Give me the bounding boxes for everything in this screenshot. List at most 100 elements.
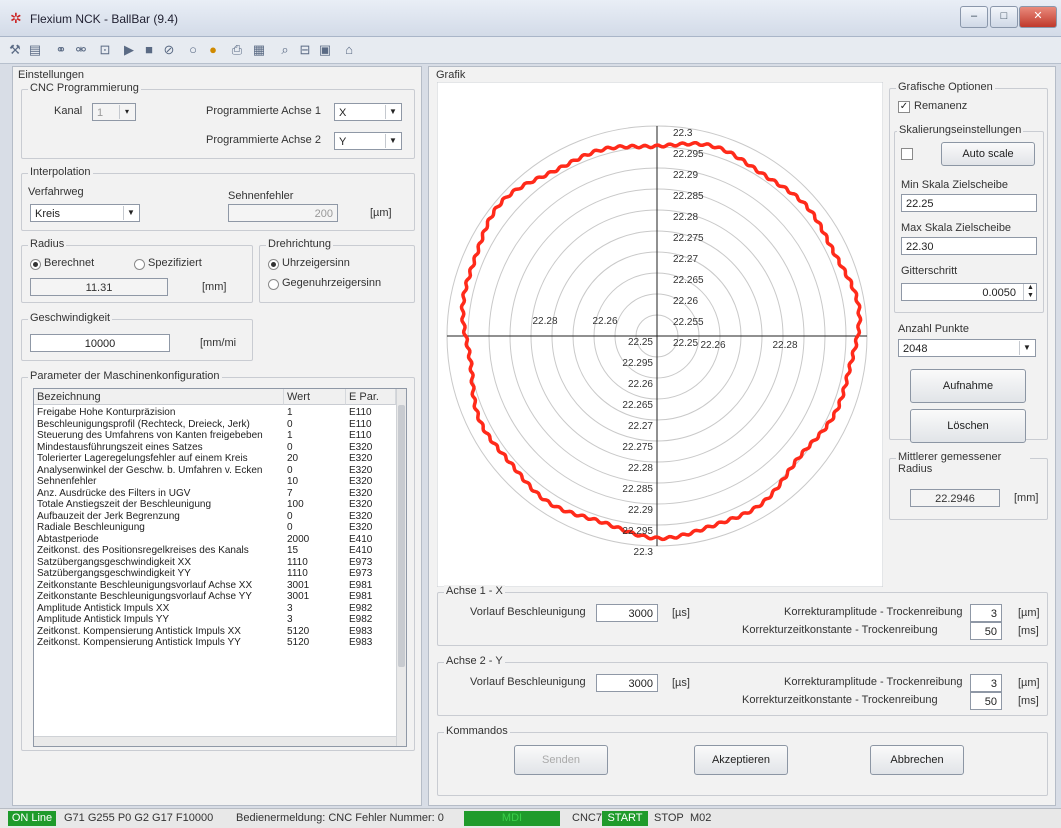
scale-label-up: 22.255: [673, 317, 704, 328]
cell-epar: E982: [349, 614, 373, 625]
gitterschritt-input[interactable]: 0.0050: [901, 283, 1037, 301]
radius-group: Radius Berechnet Spezifiziert 11.31 [mm]: [21, 238, 253, 303]
geschwindigkeit-input[interactable]: 10000: [30, 334, 170, 352]
cell-epar: E320: [349, 464, 373, 476]
cell-wert: 20: [287, 453, 299, 464]
scale-label-down: 22.295: [622, 526, 653, 537]
table-row[interactable]: Satzübergangsgeschwindigkeit YY 1110 E973: [34, 568, 396, 580]
params-table[interactable]: Bezeichnung Wert E Par. Freigabe Hohe Ko…: [33, 388, 407, 747]
scale-label-up: 22.25: [673, 338, 698, 349]
aufnahme-button[interactable]: Aufnahme: [910, 369, 1026, 403]
remanenz-label: Remanenz: [914, 100, 968, 112]
table-hscrollbar[interactable]: [34, 736, 396, 746]
table-row[interactable]: Zeitkonst. Kompensierung Antistick Impul…: [34, 626, 396, 638]
close-button[interactable]: ✕: [1019, 6, 1057, 28]
table-row[interactable]: Abtastperiode 2000 E410: [34, 534, 396, 546]
verfahrweg-select[interactable]: Kreis ▼: [30, 204, 140, 222]
max-skala-input[interactable]: 22.30: [901, 237, 1037, 255]
abbrechen-button[interactable]: Abbrechen: [870, 745, 964, 775]
table-row[interactable]: Zeitkonstante Beschleunigungsvorlauf Ach…: [34, 591, 396, 603]
table-row[interactable]: Sehnenfehler 10 E320: [34, 476, 396, 488]
cell-epar: E983: [349, 625, 373, 637]
max-skala-label: Max Skala Zielscheibe: [901, 222, 1012, 234]
radius-result-unit: [mm]: [1014, 492, 1039, 504]
table-row[interactable]: Analysenwinkel der Geschw. b. Umfahren v…: [34, 465, 396, 477]
col-header-wert[interactable]: Wert: [284, 389, 346, 405]
record-icon[interactable]: ○: [184, 41, 202, 59]
achse2-select[interactable]: Y ▼: [334, 132, 402, 150]
table-vscrollbar[interactable]: [396, 389, 406, 746]
senden-button[interactable]: Senden: [514, 745, 608, 775]
skalierung-title: Skalierungseinstellungen: [897, 124, 1024, 136]
gegenuhrzeigersinn-radio[interactable]: [268, 279, 279, 290]
kanal-select[interactable]: 1 ▾: [92, 103, 136, 121]
table-row[interactable]: Zeitkonstante Beschleunigungsvorlauf Ach…: [34, 580, 396, 592]
achse1-vorlauf-input[interactable]: 3000: [596, 604, 658, 622]
grafik-title: Grafik: [436, 69, 466, 81]
table-row[interactable]: Tolerierter Lageregelungsfehler auf eine…: [34, 453, 396, 465]
table-row[interactable]: Amplitude Antistick Impuls XX 3 E982: [34, 603, 396, 615]
table-row[interactable]: Totale Anstiegszeit der Beschleunigung 10…: [34, 499, 396, 511]
achse1-zeit-input[interactable]: 50: [970, 622, 1002, 640]
col-header-bezeichnung[interactable]: Bezeichnung: [34, 389, 284, 405]
minimize-button[interactable]: –: [960, 6, 988, 28]
search-icon[interactable]: ⌕: [276, 41, 294, 59]
table-row[interactable]: Radiale Beschleunigung 0 E320: [34, 522, 396, 534]
achse2-zeit-input[interactable]: 50: [970, 692, 1002, 710]
geschwindigkeit-title: Geschwindigkeit: [28, 312, 113, 324]
chart-icon[interactable]: ▤: [26, 41, 44, 59]
reset-icon[interactable]: ⊡: [96, 41, 114, 59]
link-icon[interactable]: ⚭: [52, 41, 70, 59]
akzeptieren-button[interactable]: Akzeptieren: [694, 745, 788, 775]
achse2-vorlauf-input[interactable]: 3000: [596, 674, 658, 692]
anzahl-punkte-select[interactable]: 2048 ▼: [898, 339, 1036, 357]
table-row[interactable]: Mindestausführungszeit eines Satzes 0 E320: [34, 442, 396, 454]
open-folder-icon[interactable]: ⊟: [296, 41, 314, 59]
achse1-amp-input[interactable]: 3: [970, 604, 1002, 622]
min-skala-input[interactable]: 22.25: [901, 194, 1037, 212]
radius-berechnet-radio[interactable]: [30, 259, 41, 270]
table-row[interactable]: Anz. Ausdrücke des Filters in UGV 7 E320: [34, 488, 396, 500]
play-icon[interactable]: ▶: [120, 41, 138, 59]
maximize-button[interactable]: □: [990, 6, 1018, 28]
cell-bezeichnung: Totale Anstiegszeit der Beschleunigung: [37, 499, 212, 510]
achse2-amp-input[interactable]: 3: [970, 674, 1002, 692]
unlink-icon[interactable]: ⚮: [72, 41, 90, 59]
spinner-icon[interactable]: ▲ ▼: [1023, 284, 1037, 300]
cell-bezeichnung: Amplitude Antistick Impuls YY: [37, 614, 170, 625]
table-row[interactable]: Zeitkonst. Kompensierung Antistick Impul…: [34, 637, 396, 649]
cell-wert: 100: [287, 499, 304, 510]
table-row[interactable]: Freigabe Hohe Konturpräzision 1 E110: [34, 407, 396, 419]
status-bar: ON Line G71 G255 P0 G2 G17 F10000 Bedien…: [0, 808, 1061, 828]
table-row[interactable]: Beschleunigungsprofil (Rechteck, Dreieck…: [34, 419, 396, 431]
loeschen-button[interactable]: Löschen: [910, 409, 1026, 443]
table-row[interactable]: Zeitkonst. des Positionsregelkreises des…: [34, 545, 396, 557]
target-icon[interactable]: ●: [204, 41, 222, 59]
autoscale-checkbox[interactable]: [901, 148, 913, 160]
table-row[interactable]: Satzübergangsgeschwindigkeit XX 1110 E973: [34, 557, 396, 569]
table-row[interactable]: Amplitude Antistick Impuls YY 3 E982: [34, 614, 396, 626]
print-icon[interactable]: ⎙: [228, 41, 246, 59]
cell-bezeichnung: Freigabe Hohe Konturpräzision: [37, 407, 176, 418]
stop-icon[interactable]: ■: [140, 41, 158, 59]
gegenuhrzeigersinn-label: Gegenuhrzeigersinn: [282, 277, 382, 289]
cnc-group: CNC Programmierung Kanal 1 ▾ Programmiert…: [21, 82, 415, 159]
achse1-select[interactable]: X ▼: [334, 103, 402, 121]
table-icon[interactable]: ▦: [250, 41, 268, 59]
save-icon[interactable]: ▣: [316, 41, 334, 59]
uhrzeigersinn-radio[interactable]: [268, 259, 279, 270]
title-bar: ✲ Flexium NCK - BallBar (9.4) – □ ✕: [0, 0, 1061, 37]
autoscale-button[interactable]: Auto scale: [941, 142, 1035, 166]
radius-spezifiziert-radio[interactable]: [134, 259, 145, 270]
cell-epar: E320: [349, 510, 373, 522]
tools-icon[interactable]: ⚒: [6, 41, 24, 59]
table-row[interactable]: Steuerung des Umfahrens von Kanten freig…: [34, 430, 396, 442]
table-row[interactable]: Aufbauzeit der Jerk Begrenzung 0 E320: [34, 511, 396, 523]
col-header-epar[interactable]: E Par.: [346, 389, 396, 405]
cancel-icon[interactable]: ⊘: [160, 41, 178, 59]
home-icon[interactable]: ⌂: [340, 41, 358, 59]
cell-epar: E973: [349, 556, 373, 568]
remanenz-checkbox[interactable]: ✓: [898, 101, 910, 113]
cell-wert: 7: [287, 487, 293, 499]
table-vscroll-thumb[interactable]: [398, 405, 405, 667]
